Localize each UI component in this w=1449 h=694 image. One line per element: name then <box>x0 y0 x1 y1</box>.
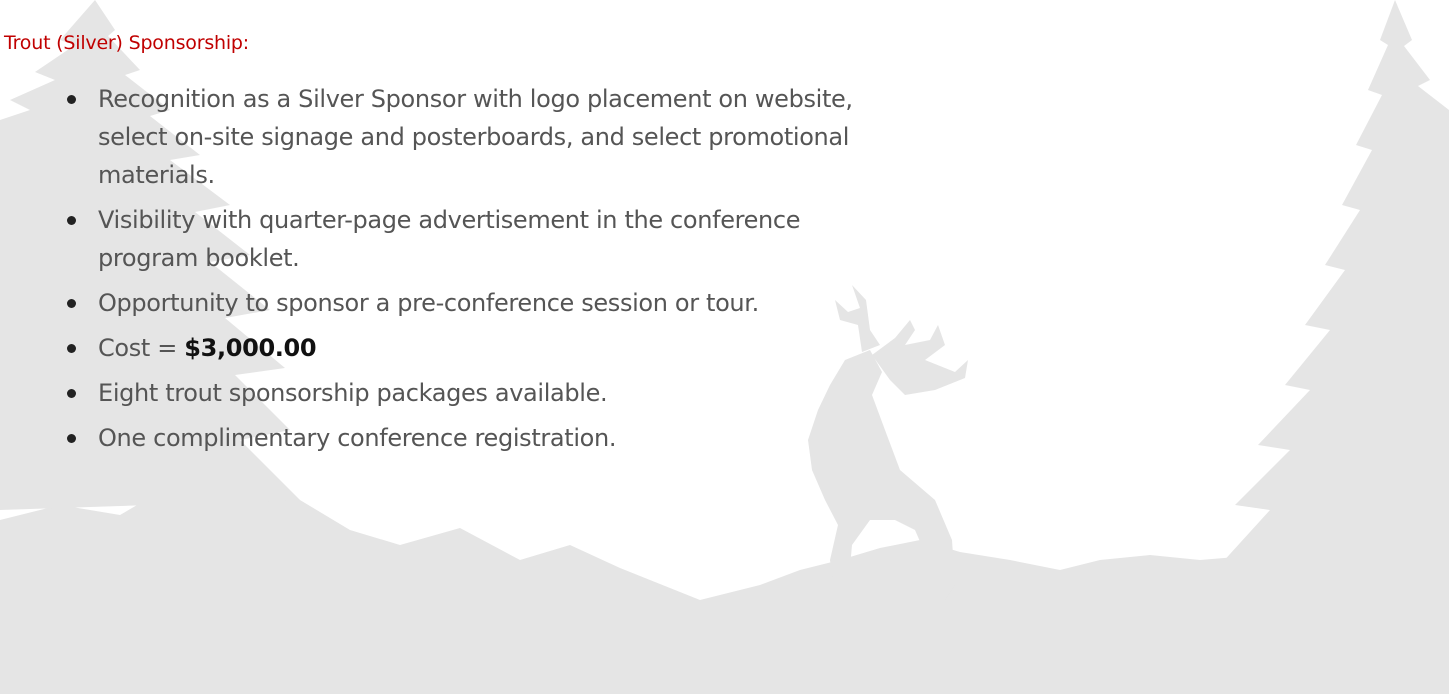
bullet-icon <box>67 95 76 104</box>
list-item: Recognition as a Silver Sponsor with log… <box>0 80 878 194</box>
list-item-text: Visibility with quarter-page advertiseme… <box>98 206 801 272</box>
content-area: Trout (Silver) Sponsorship: Recognition … <box>0 0 1449 694</box>
bullet-icon <box>67 344 76 353</box>
bullet-icon <box>67 389 76 398</box>
section-heading: Trout (Silver) Sponsorship: <box>4 32 249 54</box>
list-item-cost: Cost = $3,000.00 <box>0 329 858 367</box>
bullet-icon <box>67 434 76 443</box>
list-item: Visibility with quarter-page advertiseme… <box>0 201 858 277</box>
sponsorship-page: Trout (Silver) Sponsorship: Recognition … <box>0 0 1449 694</box>
list-item: Eight trout sponsorship packages availab… <box>0 374 858 412</box>
list-item-text: Opportunity to sponsor a pre-conference … <box>98 289 759 317</box>
list-item-text: Eight trout sponsorship packages availab… <box>98 379 608 407</box>
cost-label: Cost = <box>98 334 185 362</box>
cost-value: $3,000.00 <box>184 334 317 362</box>
list-item-text: Recognition as a Silver Sponsor with log… <box>98 85 853 189</box>
list-item-text: One complimentary conference registratio… <box>98 424 617 452</box>
list-item: Opportunity to sponsor a pre-conference … <box>0 284 858 322</box>
benefits-list: Recognition as a Silver Sponsor with log… <box>0 80 1449 464</box>
bullet-icon <box>67 216 76 225</box>
bullet-icon <box>67 299 76 308</box>
list-item: One complimentary conference registratio… <box>0 419 858 457</box>
